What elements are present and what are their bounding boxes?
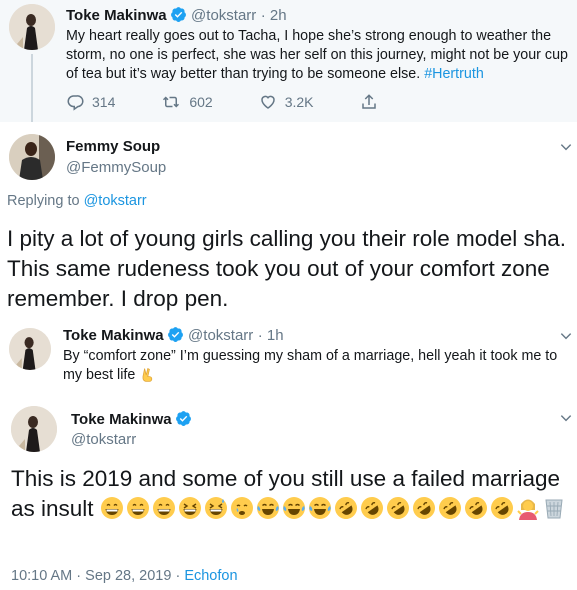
chevron-down-icon[interactable] (559, 329, 573, 343)
share-icon (361, 94, 376, 109)
victory-hand-emoji (139, 367, 155, 389)
display-name[interactable]: Toke Makinwa (63, 327, 164, 344)
emoji-row (100, 496, 568, 521)
handle[interactable]: @tokstarr (188, 327, 253, 344)
tweet-text: I pity a lot of young girls calling you … (7, 226, 567, 311)
chevron-down-icon[interactable] (559, 140, 573, 154)
hashtag-link[interactable]: #Hertruth (424, 66, 484, 82)
rofl-emoji (334, 496, 358, 528)
crying-emoji (230, 496, 254, 528)
rofl-emoji (412, 496, 436, 528)
tweet-1[interactable]: Toke Makinwa @tokstarr · 2h My heart rea… (0, 0, 577, 122)
thread-line (31, 54, 33, 122)
grinning-emoji (152, 496, 176, 528)
tweet-actions: 314 602 3.2K (66, 93, 432, 111)
handle[interactable]: @tokstarr (191, 7, 256, 24)
like-count: 3.2K (284, 94, 314, 110)
tears-of-joy-emoji (308, 496, 332, 528)
tweet-3[interactable]: Toke Makinwa @tokstarr · 1h By “comfort … (0, 318, 577, 398)
tweet-2[interactable]: Femmy Soup @FemmySoup Replying to @tokst… (0, 123, 577, 318)
tweet-4[interactable]: Toke Makinwa @tokstarr This is 2019 and … (0, 398, 577, 590)
reply-icon (67, 95, 84, 111)
chevron-down-icon[interactable] (559, 411, 573, 425)
tweet-text: By “comfort zone” I’m guessing my sham o… (63, 347, 568, 389)
retweet-button[interactable]: 602 (161, 93, 213, 111)
tears-of-joy-emoji (256, 496, 280, 528)
retweet-icon (163, 96, 180, 108)
avatar[interactable] (9, 4, 55, 50)
tweet-text: This is 2019 and some of you still use a… (11, 464, 571, 528)
wastebasket-emoji (542, 496, 566, 528)
reply-button[interactable]: 314 (66, 93, 115, 111)
reply-count: 314 (92, 94, 116, 110)
like-icon (260, 95, 275, 109)
rofl-emoji (386, 496, 410, 528)
rofl-emoji (464, 496, 488, 528)
verified-icon (175, 410, 192, 427)
timestamp[interactable]: · 1h (258, 327, 284, 344)
display-name[interactable]: Femmy Soup (66, 138, 160, 155)
avatar[interactable] (9, 328, 51, 370)
tweet-meta: 10:10 AM · Sep 28, 2019 · Echofon (11, 568, 238, 584)
display-name[interactable]: Toke Makinwa (71, 411, 172, 428)
timestamp[interactable]: · 2h (261, 7, 287, 24)
shrugging-woman-emoji (516, 496, 540, 528)
rofl-emoji (490, 496, 514, 528)
timestamp[interactable]: 10:10 AM · Sep 28, 2019 · (11, 568, 180, 584)
retweet-count: 602 (189, 94, 213, 110)
rofl-emoji (360, 496, 384, 528)
display-name[interactable]: Toke Makinwa (66, 7, 167, 24)
tweet-text: My heart really goes out to Tacha, I hop… (66, 28, 568, 82)
handle[interactable]: @FemmySoup (66, 159, 166, 176)
sweat-laugh-emoji (178, 496, 202, 528)
reply-target-link[interactable]: @tokstarr (84, 193, 147, 209)
tears-of-joy-emoji (282, 496, 306, 528)
source-link[interactable]: Echofon (184, 568, 237, 584)
verified-icon (167, 326, 184, 343)
replying-to: Replying to @tokstarr (7, 193, 147, 209)
like-button[interactable]: 3.2K (259, 93, 314, 111)
rofl-emoji (438, 496, 462, 528)
share-button[interactable] (360, 93, 386, 111)
handle[interactable]: @tokstarr (71, 431, 136, 448)
grinning-emoji (100, 496, 124, 528)
sweat-laugh-emoji (204, 496, 228, 528)
avatar[interactable] (11, 406, 57, 452)
avatar[interactable] (9, 134, 55, 180)
grinning-emoji (126, 496, 150, 528)
verified-icon (170, 6, 187, 23)
